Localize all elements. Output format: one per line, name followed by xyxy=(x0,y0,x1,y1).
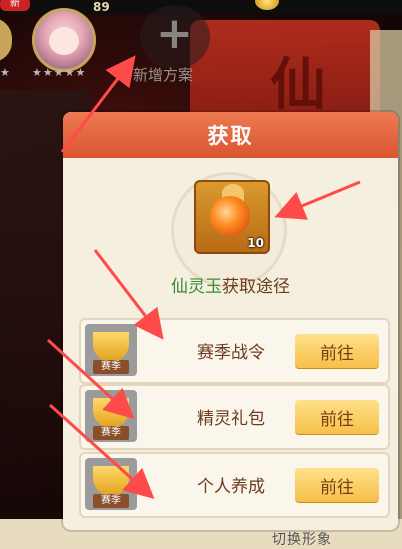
cup-icon xyxy=(93,398,129,428)
add-plan-label: 新增方案 xyxy=(133,66,194,84)
banner-character: 仙 xyxy=(270,52,326,118)
star-lead: ★ xyxy=(0,66,10,79)
season-tag: 赛季 xyxy=(93,360,129,374)
avatar-face xyxy=(49,27,79,55)
trophy-icon: 赛季 xyxy=(85,324,137,376)
go-button[interactable]: 前往 xyxy=(295,334,379,368)
switch-appearance-label[interactable]: 切换形象 xyxy=(272,529,332,549)
level-number: 89 xyxy=(93,0,110,14)
go-button[interactable]: 前往 xyxy=(295,468,379,502)
spirit-jade-icon[interactable]: 10 xyxy=(194,180,270,254)
source-item-name: 仙灵玉 xyxy=(171,277,222,297)
orb-icon xyxy=(210,196,250,236)
route-label: 个人养成 xyxy=(197,477,265,497)
dialog-header: 获取 xyxy=(63,112,398,158)
go-button[interactable]: 前往 xyxy=(295,400,379,434)
route-row-personal-growth: 赛季 个人养成 前往 xyxy=(79,452,390,518)
dialog-title: 获取 xyxy=(207,124,254,148)
avatar-stars: ★★★★★ xyxy=(32,66,87,79)
coin-icon xyxy=(255,0,279,10)
trophy-icon: 赛季 xyxy=(85,390,137,442)
source-title-rest: 获取途径 xyxy=(222,277,290,297)
source-title: 仙灵玉获取途径 xyxy=(63,272,398,297)
avatar[interactable] xyxy=(32,8,96,72)
acquire-dialog: 获取 10 仙灵玉获取途径 赛季 赛季战令 前往 赛季 精灵礼包 前往 赛季 个… xyxy=(63,112,398,530)
cup-icon xyxy=(93,466,129,496)
route-row-season-pass: 赛季 赛季战令 前往 xyxy=(79,318,390,384)
route-label: 赛季战令 xyxy=(197,343,265,363)
trophy-icon: 赛季 xyxy=(85,458,137,510)
season-tag: 赛季 xyxy=(93,494,129,508)
route-label: 精灵礼包 xyxy=(197,409,265,429)
route-row-spirit-pack: 赛季 精灵礼包 前往 xyxy=(79,384,390,450)
cup-icon xyxy=(93,332,129,362)
plus-icon: + xyxy=(156,8,193,59)
item-count: 10 xyxy=(247,236,264,250)
new-badge: 新 xyxy=(0,0,30,11)
season-tag: 赛季 xyxy=(93,426,129,440)
